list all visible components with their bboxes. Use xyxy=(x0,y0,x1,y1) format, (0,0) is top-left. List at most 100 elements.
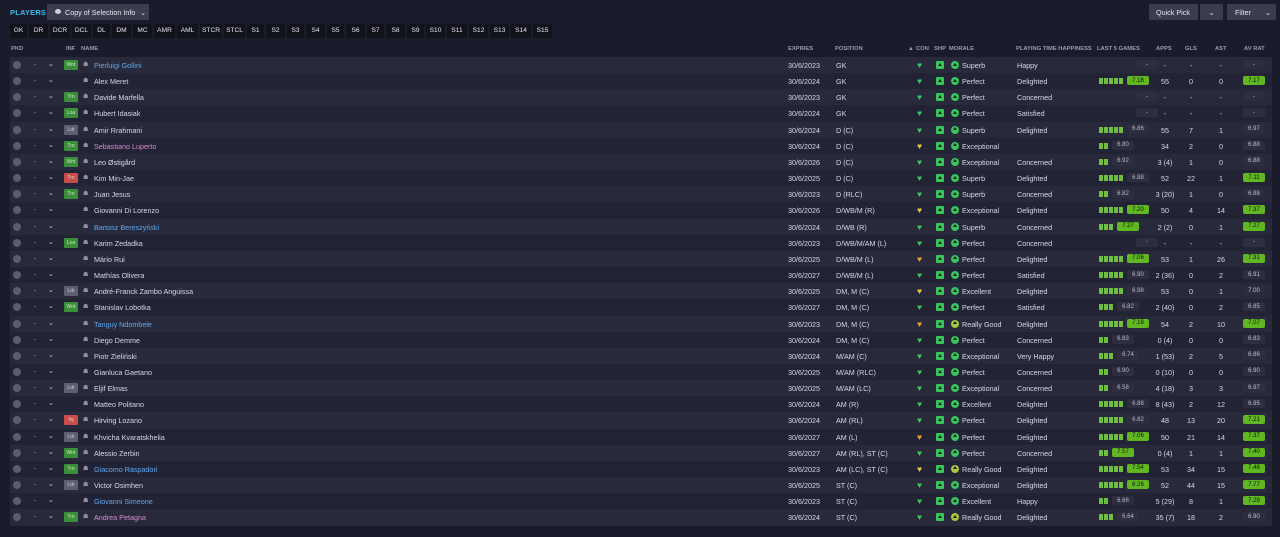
table-row[interactable]: - ⌄ Wnt ☗ Alessio Zerbin 30/6/2027 AM (RL), ST… xyxy=(10,444,1272,461)
player-name-link[interactable]: Alessio Zerbin xyxy=(94,449,140,458)
filter-button[interactable]: Filter ⌄ xyxy=(1227,4,1276,20)
chevron-down-icon[interactable]: ⌄ xyxy=(48,92,54,100)
chevron-down-icon[interactable]: ⌄ xyxy=(48,496,54,504)
col-position[interactable]: POSITION xyxy=(835,46,863,52)
table-row[interactable]: - ⌄ Trn ☗ Giacomo Raspadori 30/6/2023 AM (LC),… xyxy=(10,460,1272,478)
table-row[interactable]: - ⌄ ☗ Giovanni Di Lorenzo 30/6/2026 D/WB/M (R… xyxy=(10,202,1272,219)
player-name-link[interactable]: Bartosz Bereszyński xyxy=(94,223,159,232)
position-filter-s8[interactable]: S8 xyxy=(386,24,405,38)
table-row[interactable]: - ⌄ Loa ☗ Hubert Idasiak 30/6/2024 GK ♥ Perfect S… xyxy=(10,105,1272,122)
player-name-link[interactable]: Eljif Elmas xyxy=(94,384,128,393)
position-filter-s15[interactable]: S15 xyxy=(533,24,552,38)
position-filter-stcr[interactable]: STCR xyxy=(200,24,222,38)
table-row[interactable]: - ⌄ ☗ Mathías Olivera 30/6/2027 D/WB/M (L) ♥ Pe… xyxy=(10,267,1272,284)
player-name-link[interactable]: Leo Østigård xyxy=(94,158,135,167)
player-name-link[interactable]: Hirving Lozano xyxy=(94,416,142,425)
position-filter-s1[interactable]: S1 xyxy=(247,24,264,38)
position-filter-s14[interactable]: S14 xyxy=(511,24,531,38)
table-row[interactable]: - ⌄ Trn ☗ Sebastiano Luperto 30/6/2024 D (C) ♥ E… xyxy=(10,137,1272,154)
col-ast[interactable]: AST xyxy=(1215,46,1227,52)
position-filter-s6[interactable]: S6 xyxy=(346,24,365,38)
pick-toggle-icon[interactable] xyxy=(13,77,21,86)
chevron-down-icon[interactable]: ⌄ xyxy=(48,141,54,149)
player-name-link[interactable]: Sebastiano Luperto xyxy=(94,142,156,151)
pick-toggle-icon[interactable] xyxy=(13,271,21,280)
player-name-link[interactable]: Gianluca Gaetano xyxy=(94,368,152,377)
chevron-down-icon[interactable]: ⌄ xyxy=(48,512,54,520)
pick-toggle-icon[interactable] xyxy=(13,141,21,150)
pick-toggle-icon[interactable] xyxy=(13,384,21,393)
chevron-down-icon[interactable]: ⌄ xyxy=(48,222,54,230)
table-row[interactable]: - ⌄ Wnt ☗ Leo Østigård 30/6/2026 D (C) ♥ Excepti… xyxy=(10,153,1272,171)
chevron-down-icon[interactable]: ⌄ xyxy=(48,319,54,327)
table-row[interactable]: - ⌄ Ldr ☗ André-Franck Zambo Anguissa 30/6/20… xyxy=(10,283,1272,300)
table-row[interactable]: - ⌄ ☗ Mário Rui 30/6/2025 D/WB/M (L) ♥ Perfect D… xyxy=(10,250,1272,268)
position-filter-s4[interactable]: S4 xyxy=(306,24,325,38)
player-name-link[interactable]: Mathías Olivera xyxy=(94,271,144,280)
chevron-down-icon[interactable]: ⌄ xyxy=(48,480,54,488)
player-name-link[interactable]: Matteo Politano xyxy=(94,400,144,409)
position-filter-s12[interactable]: S12 xyxy=(469,24,488,38)
pick-toggle-icon[interactable] xyxy=(13,335,21,344)
pick-toggle-icon[interactable] xyxy=(13,109,21,118)
player-name-link[interactable]: Pierluigi Gollini xyxy=(94,61,142,70)
position-filter-aml[interactable]: AML xyxy=(177,24,198,38)
pick-toggle-icon[interactable] xyxy=(13,319,21,328)
table-row[interactable]: - ⌄ Ldr ☗ Eljif Elmas 30/6/2025 M/AM (LC) ♥ Exce… xyxy=(10,380,1272,397)
table-row[interactable]: - ⌄ Trn ☗ Kim Min-Jae 30/6/2025 D (C) ♥ Superb De… xyxy=(10,170,1272,187)
pick-toggle-icon[interactable] xyxy=(13,367,21,376)
chevron-down-icon[interactable]: ⌄ xyxy=(48,108,54,116)
chevron-down-icon[interactable]: ⌄ xyxy=(48,205,54,213)
chevron-down-icon[interactable]: ⌄ xyxy=(48,383,54,391)
table-row[interactable]: - ⌄ ☗ Tanguy Ndombele 30/6/2023 DM, M (C) ♥ Rea… xyxy=(10,315,1272,332)
pick-toggle-icon[interactable] xyxy=(13,222,21,231)
chevron-down-icon[interactable]: ⌄ xyxy=(48,189,54,197)
col-con[interactable]: CON xyxy=(916,46,929,52)
table-row[interactable]: - ⌄ ☗ Matteo Politano 30/6/2024 AM (R) ♥ Excell… xyxy=(10,396,1272,413)
table-row[interactable]: - ⌄ Inj ☗ Hirving Lozano 30/6/2024 AM (RL) ♥ Per… xyxy=(10,412,1272,429)
pick-toggle-icon[interactable] xyxy=(13,238,21,247)
table-row[interactable]: - ⌄ ☗ Giovanni Simeone 30/6/2023 ST (C) ♥ Excel… xyxy=(10,493,1272,510)
position-filter-s2[interactable]: S2 xyxy=(266,24,285,38)
player-name-link[interactable]: Diego Demme xyxy=(94,336,140,345)
position-filter-mc[interactable]: MC xyxy=(133,24,152,38)
col-expires[interactable]: EXPIRES xyxy=(788,46,813,52)
table-row[interactable]: - ⌄ Ldr ☗ Khvicha Kvaratskhelia 30/6/2027 AM (… xyxy=(10,428,1272,445)
chevron-down-icon[interactable]: ⌄ xyxy=(48,157,54,165)
chevron-down-icon[interactable]: ⌄ xyxy=(48,399,54,407)
player-name-link[interactable]: Alex Meret xyxy=(94,77,128,86)
col-avrat[interactable]: AV RAT xyxy=(1244,46,1265,52)
player-name-link[interactable]: Juan Jesus xyxy=(94,190,130,199)
col-happiness[interactable]: PLAYING TIME HAPPINESS xyxy=(1016,46,1092,52)
view-selector-button[interactable]: Copy of Selection Info ⌄ xyxy=(47,4,149,20)
pick-toggle-icon[interactable] xyxy=(13,416,21,425)
player-name-link[interactable]: Stanislav Lobotka xyxy=(94,303,151,312)
table-row[interactable]: - ⌄ Ldr ☗ Amir Rrahmani 30/6/2024 D (C) ♥ Superb… xyxy=(10,121,1272,138)
chevron-down-icon[interactable]: ⌄ xyxy=(48,60,54,68)
player-name-link[interactable]: Giovanni Di Lorenzo xyxy=(94,206,159,215)
chevron-down-icon[interactable]: ⌄ xyxy=(48,464,54,472)
table-row[interactable]: - ⌄ Wnt ☗ Stanislav Lobotka 30/6/2027 DM, M (C… xyxy=(10,299,1272,316)
position-filter-dr[interactable]: DR xyxy=(29,24,48,38)
table-row[interactable]: - ⌄ Trn ☗ Davide Marfella 30/6/2023 GK ♥ Perfect… xyxy=(10,89,1272,106)
table-row[interactable]: - ⌄ Loa ☗ Karim Zedadka 30/6/2023 D/WB/M/AM (L… xyxy=(10,234,1272,251)
player-name-link[interactable]: Davide Marfella xyxy=(94,93,144,102)
col-last5[interactable]: LAST 5 GAMES xyxy=(1097,46,1140,52)
col-inf[interactable]: INF xyxy=(66,46,75,52)
col-morale[interactable]: MORALE xyxy=(949,46,974,52)
col-gls[interactable]: GLS xyxy=(1185,46,1197,52)
chevron-down-icon[interactable]: ⌄ xyxy=(48,286,54,294)
player-name-link[interactable]: Tanguy Ndombele xyxy=(94,320,152,329)
pick-toggle-icon[interactable] xyxy=(13,287,21,296)
chevron-down-icon[interactable]: ⌄ xyxy=(48,238,54,246)
pick-toggle-icon[interactable] xyxy=(13,125,21,134)
col-pkd[interactable]: PKD xyxy=(11,46,23,52)
position-filter-s10[interactable]: S10 xyxy=(426,24,445,38)
pick-toggle-icon[interactable] xyxy=(13,481,21,490)
position-filter-s9[interactable]: S9 xyxy=(407,24,424,38)
chevron-down-icon[interactable]: ⌄ xyxy=(48,367,54,375)
chevron-down-icon[interactable]: ⌄ xyxy=(48,448,54,456)
chevron-down-icon[interactable]: ⌄ xyxy=(48,432,54,440)
col-apps[interactable]: APPS xyxy=(1156,46,1172,52)
player-name-link[interactable]: André-Franck Zambo Anguissa xyxy=(94,287,193,296)
